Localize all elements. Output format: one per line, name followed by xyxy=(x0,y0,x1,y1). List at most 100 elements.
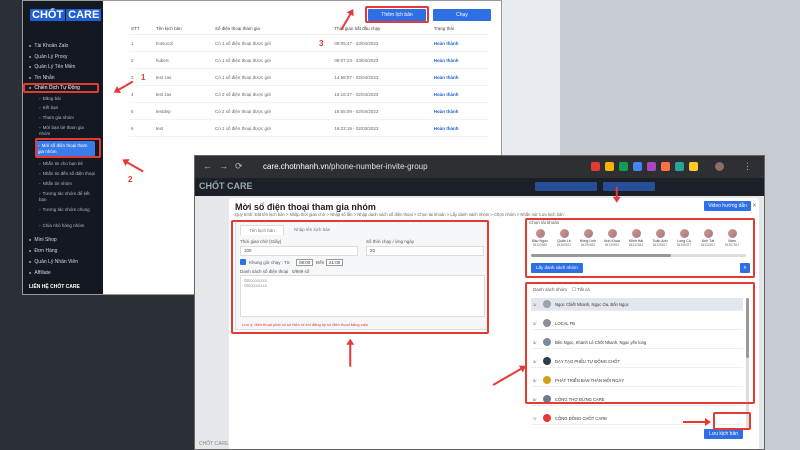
cell-time: 14:58:07 - 02/04/2023 xyxy=(332,68,432,86)
highlight-form-panel xyxy=(231,220,489,334)
highlight-invite-phone xyxy=(35,138,101,158)
group-index: 7/ xyxy=(533,416,537,421)
column-header-index: STT xyxy=(129,23,154,35)
cell-status[interactable]: Hoàn thành xyxy=(431,51,489,69)
annotation-number-2: 2 xyxy=(128,175,133,184)
header-button[interactable] xyxy=(603,182,655,191)
cell-name: testdep xyxy=(153,102,214,120)
cell-time: 16:55:09 - 02/04/2023 xyxy=(332,102,432,120)
cell-phones: Có 1 số điện thoại được gửi xyxy=(213,34,333,52)
run-button[interactable]: Chạy xyxy=(433,9,491,21)
screenshot-invite-modal: ← → ⟳ care.chotnhanh.vn/phone-number-inv… xyxy=(194,155,765,450)
cell-time: 16:23:19 - 02/03/2023 xyxy=(332,119,432,137)
cell-status[interactable]: Hoàn thành xyxy=(431,85,489,103)
arrow-up-form xyxy=(349,340,351,367)
browser-toolbar: ← → ⟳ care.chotnhanh.vn/phone-number-inv… xyxy=(195,156,764,178)
sidebar-sub-invite-friends[interactable]: Mời bạn bè tham gia nhóm xyxy=(39,125,93,137)
cell-status[interactable]: Hoàn thành xyxy=(431,102,489,120)
sidebar-sub-join-group[interactable]: Tham gia nhóm xyxy=(39,115,74,120)
group-avatar-icon xyxy=(543,414,551,422)
column-header-phones: Số điện thoại tham gia xyxy=(213,23,333,35)
arrow-to-save xyxy=(683,418,711,425)
cell-phones: Có 1 số điện thoại được gửi xyxy=(213,68,333,86)
sidebar-sub-interact-common[interactable]: Tương tác nhóm chung xyxy=(39,207,93,213)
sidebar-sub-message-phone[interactable]: Nhắn tin đến số điện thoại xyxy=(39,171,95,176)
table-row[interactable]: 2 hubert Có 1 số điện thoại được gửi 09:07:… xyxy=(129,51,489,69)
extension-icon[interactable] xyxy=(689,162,698,171)
sidebar-sub-interact-add[interactable]: Tương tác nhóm để kết bạn xyxy=(39,191,93,203)
extension-icon[interactable] xyxy=(633,162,642,171)
cell-name: test zas xyxy=(153,68,214,86)
extension-icon[interactable] xyxy=(619,162,628,171)
extension-icon[interactable] xyxy=(591,162,600,171)
menu-icon[interactable]: ⋮ xyxy=(743,161,752,172)
highlight-group-panel xyxy=(525,282,755,404)
address-bar[interactable]: care.chotnhanh.vn/phone-number-invite-gr… xyxy=(263,162,428,171)
cell-index: 4 xyxy=(129,85,154,103)
annotation-number-1: 1 xyxy=(141,73,146,82)
sidebar-item-messages[interactable]: Tin Nhắn xyxy=(29,75,54,81)
forward-icon[interactable]: → xyxy=(219,161,228,171)
cell-index: 2 xyxy=(129,51,154,69)
cell-phones: Có 2 số điện thoại được gửi xyxy=(213,102,333,120)
sidebar-item-proxy[interactable]: Quản Lý Proxy xyxy=(29,54,67,60)
column-header-status: Trạng thái xyxy=(431,23,489,35)
reload-icon[interactable]: ⟳ xyxy=(235,161,243,172)
sidebar-item-staff[interactable]: Quản Lý Nhân Viên xyxy=(29,259,78,265)
cell-index: 6 xyxy=(129,119,154,137)
arrow-down-accounts xyxy=(616,186,618,201)
cell-time: 09:07:23 - 23/04/2023 xyxy=(332,51,432,69)
sidebar-sub-post[interactable]: Đăng bài xyxy=(39,96,61,101)
header-button[interactable] xyxy=(535,182,597,191)
column-header-start-time[interactable]: Thời gian bắt đầu chạy xyxy=(332,23,432,35)
cell-name: hotsocol xyxy=(153,34,214,52)
table-row[interactable]: 6 test Có 1 số điện thoại được gửi 16:23:19… xyxy=(129,119,489,137)
cell-status[interactable]: Hoàn thành xyxy=(431,34,489,52)
highlight-save-button xyxy=(713,412,751,430)
app-header: CHỐT CARE xyxy=(195,178,764,196)
annotation-number-3: 3 xyxy=(319,39,324,48)
table-row[interactable]: 4 test zas Có 2 số điện thoại được gửi 16:1… xyxy=(129,85,489,103)
extension-icon[interactable] xyxy=(647,162,656,171)
cell-phones: Có 1 số điện thoại được gửi xyxy=(213,119,333,137)
logo: CHỐT CARE xyxy=(199,181,253,191)
cell-phones: Có 1 số điện thoại được gửi xyxy=(213,51,333,69)
modal-instructions: Quy trình: Đặt tên kịch bản > Nhập thời … xyxy=(235,212,565,217)
cell-name: test xyxy=(153,119,214,137)
cell-status[interactable]: Hoàn thành xyxy=(431,119,489,137)
cell-time: 09:05:47 - 23/04/2023 xyxy=(332,34,432,52)
cell-phones: Có 2 số điện thoại được gửi xyxy=(213,85,333,103)
modal-title: Mời số điện thoại tham gia nhóm xyxy=(235,202,376,212)
sidebar-item-mini-shop[interactable]: Mini Shop xyxy=(29,237,56,243)
sidebar-item-affiliate[interactable]: Affiliate xyxy=(29,270,50,276)
group-name: CỘNG ĐỒNG CHỐT CARE xyxy=(555,416,608,421)
close-icon[interactable]: ✕ xyxy=(752,202,757,209)
sidebar-sub-add-friend[interactable]: Kết bạn xyxy=(39,105,59,110)
sidebar-item-zalo-accounts[interactable]: Tài Khoản Zalo xyxy=(29,43,68,49)
column-header-name[interactable]: Tên kịch bản xyxy=(153,23,214,35)
extension-icon[interactable] xyxy=(661,162,670,171)
group-item[interactable]: 7/CỘNG ĐỒNG CHỐT CARE xyxy=(531,412,743,425)
sidebar-item-domains[interactable]: Quản Lý Tên Miền xyxy=(29,64,75,70)
cell-time: 16:18:37 - 02/04/2023 xyxy=(332,85,432,103)
extension-icon[interactable] xyxy=(675,162,684,171)
table-row[interactable]: 5 testdep Có 2 số điện thoại được gửi 16:55… xyxy=(129,102,489,120)
table-row[interactable]: 3 test zas Có 1 số điện thoại được gửi 14:5… xyxy=(129,68,489,86)
sidebar-sub-message-group[interactable]: Nhắn tin nhóm xyxy=(39,181,72,186)
table-row[interactable]: 1 hotsocol Có 1 số điện thoại được gửi 09:0… xyxy=(129,34,489,52)
sidebar-item-orders[interactable]: Đơn Hàng xyxy=(29,248,57,254)
scenario-table: STT Tên kịch bản Số điện thoại tham gia … xyxy=(129,23,489,137)
sidebar-sub-message-friends[interactable]: Nhắn tin cho bạn bè xyxy=(39,161,83,166)
save-scenario-button[interactable]: Lưu kịch bản xyxy=(704,429,743,439)
back-icon[interactable]: ← xyxy=(203,161,212,171)
cell-status[interactable]: Hoàn thành xyxy=(431,68,489,86)
cell-index: 1 xyxy=(129,34,154,52)
cell-index: 5 xyxy=(129,102,154,120)
video-guide-button[interactable]: Video hướng dẫn xyxy=(704,201,751,211)
sidebar-sub-split-groups[interactable]: Chia nhỏ hàng nhóm xyxy=(39,223,85,228)
footer-brand: CHỐT CARE xyxy=(199,441,229,447)
profile-avatar-icon[interactable] xyxy=(715,162,724,171)
logo: CHỐT CARE xyxy=(30,9,102,21)
extension-icon[interactable] xyxy=(605,162,614,171)
contact-footer[interactable]: LIÊN HỆ CHỐT CARE xyxy=(29,284,80,290)
